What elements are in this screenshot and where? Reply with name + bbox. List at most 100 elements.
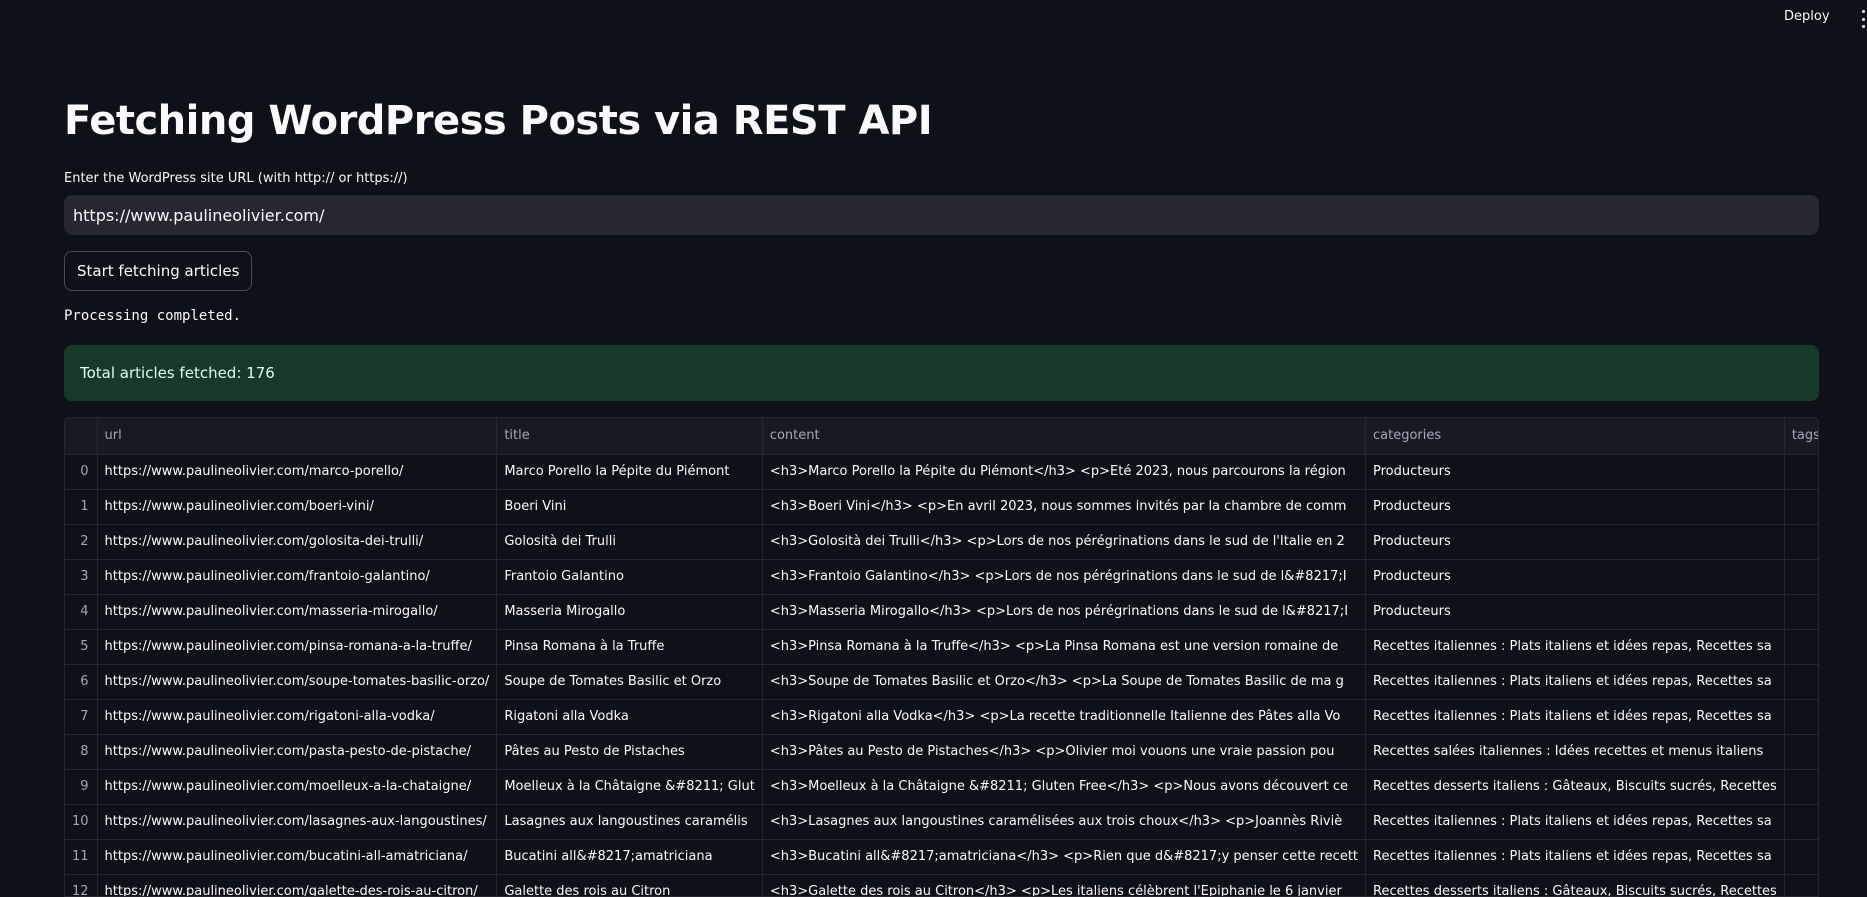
- cell-index[interactable]: 6: [65, 664, 98, 700]
- cell-title[interactable]: Galette des rois au Citron: [496, 874, 763, 896]
- cell-content[interactable]: <h3>Moelleux à la Châtaigne &#8211; Glut…: [762, 769, 1367, 805]
- cell-title[interactable]: Pâtes au Pesto de Pistaches: [496, 734, 763, 770]
- articles-dataframe[interactable]: urltitlecontentcategoriestagsimage_url 0…: [64, 417, 1819, 897]
- cell-url[interactable]: https://www.paulineolivier.com/pinsa-rom…: [97, 629, 498, 665]
- cell-url[interactable]: https://www.paulineolivier.com/pasta-pes…: [97, 734, 498, 770]
- cell-categories[interactable]: Recettes italiennes : Plats italiens et …: [1365, 699, 1785, 735]
- cell-index[interactable]: 1: [65, 489, 98, 525]
- cell-content[interactable]: <h3>Rigatoni alla Vodka</h3> <p>La recet…: [762, 699, 1367, 735]
- cell-content[interactable]: <h3>Soupe de Tomates Basilic et Orzo</h3…: [762, 664, 1367, 700]
- cell-tags[interactable]: [1784, 769, 1818, 805]
- cell-url[interactable]: https://www.paulineolivier.com/soupe-tom…: [97, 664, 498, 700]
- table-row[interactable]: 11 https://www.paulineolivier.com/bucatin…: [65, 839, 1818, 875]
- cell-categories[interactable]: Producteurs: [1365, 559, 1785, 595]
- cell-index[interactable]: 4: [65, 594, 98, 630]
- table-row[interactable]: 4 https://www.paulineolivier.com/masseria…: [65, 594, 1818, 630]
- table-row[interactable]: 6 https://www.paulineolivier.com/soupe-to…: [65, 664, 1818, 700]
- column-header-title[interactable]: title: [496, 418, 763, 455]
- cell-content[interactable]: <h3>Bucatini all&#8217;amatriciana</h3> …: [762, 839, 1367, 875]
- cell-url[interactable]: https://www.paulineolivier.com/masseria-…: [97, 594, 498, 630]
- cell-tags[interactable]: [1784, 699, 1818, 735]
- table-row[interactable]: 9 https://www.paulineolivier.com/moelleux…: [65, 769, 1818, 805]
- cell-content[interactable]: <h3>Lasagnes aux langoustines caramélisé…: [762, 804, 1367, 840]
- cell-tags[interactable]: [1784, 664, 1818, 700]
- cell-index[interactable]: 9: [65, 769, 98, 805]
- table-row[interactable]: 5 https://www.paulineolivier.com/pinsa-ro…: [65, 629, 1818, 665]
- cell-content[interactable]: <h3>Galette des rois au Citron</h3> <p>L…: [762, 874, 1367, 896]
- cell-title[interactable]: Rigatoni alla Vodka: [496, 699, 763, 735]
- cell-content[interactable]: <h3>Marco Porello la Pépite du Piémont</…: [762, 454, 1367, 490]
- cell-categories[interactable]: Recettes italiennes : Plats italiens et …: [1365, 664, 1785, 700]
- cell-categories[interactable]: Recettes desserts italiens : Gâteaux, Bi…: [1365, 769, 1785, 805]
- cell-tags[interactable]: [1784, 489, 1818, 525]
- cell-index[interactable]: 0: [65, 454, 98, 490]
- column-header-index[interactable]: [65, 418, 98, 455]
- cell-content[interactable]: <h3>Pâtes au Pesto de Pistaches</h3> <p>…: [762, 734, 1367, 770]
- cell-title[interactable]: Golosità dei Trulli: [496, 524, 763, 560]
- cell-title[interactable]: Soupe de Tomates Basilic et Orzo: [496, 664, 763, 700]
- cell-categories[interactable]: Producteurs: [1365, 594, 1785, 630]
- cell-tags[interactable]: [1784, 524, 1818, 560]
- cell-title[interactable]: Boeri Vini: [496, 489, 763, 525]
- cell-tags[interactable]: [1784, 839, 1818, 875]
- cell-content[interactable]: <h3>Pinsa Romana à la Truffe</h3> <p>La …: [762, 629, 1367, 665]
- table-row[interactable]: 7 https://www.paulineolivier.com/rigatoni…: [65, 699, 1818, 735]
- cell-url[interactable]: https://www.paulineolivier.com/marco-por…: [97, 454, 498, 490]
- table-row[interactable]: 1 https://www.paulineolivier.com/boeri-vi…: [65, 489, 1818, 525]
- cell-content[interactable]: <h3>Frantoio Galantino</h3> <p>Lors de n…: [762, 559, 1367, 595]
- cell-index[interactable]: 8: [65, 734, 98, 770]
- cell-url[interactable]: https://www.paulineolivier.com/boeri-vin…: [97, 489, 498, 525]
- cell-categories[interactable]: Producteurs: [1365, 454, 1785, 490]
- cell-index[interactable]: 10: [65, 804, 98, 840]
- cell-url[interactable]: https://www.paulineolivier.com/galette-d…: [97, 874, 498, 896]
- cell-categories[interactable]: Recettes salées italiennes : Idées recet…: [1365, 734, 1785, 770]
- table-row[interactable]: 3 https://www.paulineolivier.com/frantoio…: [65, 559, 1818, 595]
- cell-title[interactable]: Masseria Mirogallo: [496, 594, 763, 630]
- column-header-tags[interactable]: tags: [1784, 418, 1818, 455]
- cell-url[interactable]: https://www.paulineolivier.com/frantoio-…: [97, 559, 498, 595]
- cell-tags[interactable]: [1784, 454, 1818, 490]
- cell-title[interactable]: Frantoio Galantino: [496, 559, 763, 595]
- cell-tags[interactable]: [1784, 629, 1818, 665]
- deploy-button[interactable]: Deploy: [1784, 9, 1830, 29]
- table-row[interactable]: 12 https://www.paulineolivier.com/galette…: [65, 874, 1818, 896]
- cell-categories[interactable]: Recettes desserts italiens : Gâteaux, Bi…: [1365, 874, 1785, 896]
- cell-categories[interactable]: Recettes italiennes : Plats italiens et …: [1365, 804, 1785, 840]
- table-row[interactable]: 0 https://www.paulineolivier.com/marco-po…: [65, 454, 1818, 490]
- cell-content[interactable]: <h3>Golosità dei Trulli</h3> <p>Lors de …: [762, 524, 1367, 560]
- cell-title[interactable]: Marco Porello la Pépite du Piémont: [496, 454, 763, 490]
- cell-categories[interactable]: Recettes italiennes : Plats italiens et …: [1365, 839, 1785, 875]
- cell-url[interactable]: https://www.paulineolivier.com/golosita-…: [97, 524, 498, 560]
- cell-content[interactable]: <h3>Boeri Vini</h3> <p>En avril 2023, no…: [762, 489, 1367, 525]
- cell-url[interactable]: https://www.paulineolivier.com/moelleux-…: [97, 769, 498, 805]
- cell-title[interactable]: Pinsa Romana à la Truffe: [496, 629, 763, 665]
- vertical-ellipsis-icon[interactable]: [1859, 10, 1867, 28]
- cell-title[interactable]: Moelleux à la Châtaigne &#8211; Glut: [496, 769, 763, 805]
- column-header-content[interactable]: content: [762, 418, 1367, 455]
- column-header-url[interactable]: url: [97, 418, 498, 455]
- cell-title[interactable]: Bucatini all&#8217;amatriciana: [496, 839, 763, 875]
- cell-tags[interactable]: [1784, 804, 1818, 840]
- cell-tags[interactable]: [1784, 559, 1818, 595]
- cell-index[interactable]: 3: [65, 559, 98, 595]
- url-input[interactable]: [64, 195, 1819, 235]
- start-fetching-button[interactable]: Start fetching articles: [64, 251, 253, 291]
- table-row[interactable]: 2 https://www.paulineolivier.com/golosita…: [65, 524, 1818, 560]
- cell-index[interactable]: 12: [65, 874, 98, 896]
- cell-index[interactable]: 2: [65, 524, 98, 560]
- cell-tags[interactable]: [1784, 734, 1818, 770]
- cell-categories[interactable]: Producteurs: [1365, 524, 1785, 560]
- table-row[interactable]: 8 https://www.paulineolivier.com/pasta-pe…: [65, 734, 1818, 770]
- cell-title[interactable]: Lasagnes aux langoustines caramélis: [496, 804, 763, 840]
- cell-categories[interactable]: Producteurs: [1365, 489, 1785, 525]
- cell-categories[interactable]: Recettes italiennes : Plats italiens et …: [1365, 629, 1785, 665]
- cell-url[interactable]: https://www.paulineolivier.com/lasagnes-…: [97, 804, 498, 840]
- cell-tags[interactable]: [1784, 874, 1818, 896]
- table-row[interactable]: 10 https://www.paulineolivier.com/lasagne…: [65, 804, 1818, 840]
- cell-index[interactable]: 11: [65, 839, 98, 875]
- cell-index[interactable]: 7: [65, 699, 98, 735]
- cell-tags[interactable]: [1784, 594, 1818, 630]
- cell-url[interactable]: https://www.paulineolivier.com/bucatini-…: [97, 839, 498, 875]
- cell-content[interactable]: <h3>Masseria Mirogallo</h3> <p>Lors de n…: [762, 594, 1367, 630]
- cell-index[interactable]: 5: [65, 629, 98, 665]
